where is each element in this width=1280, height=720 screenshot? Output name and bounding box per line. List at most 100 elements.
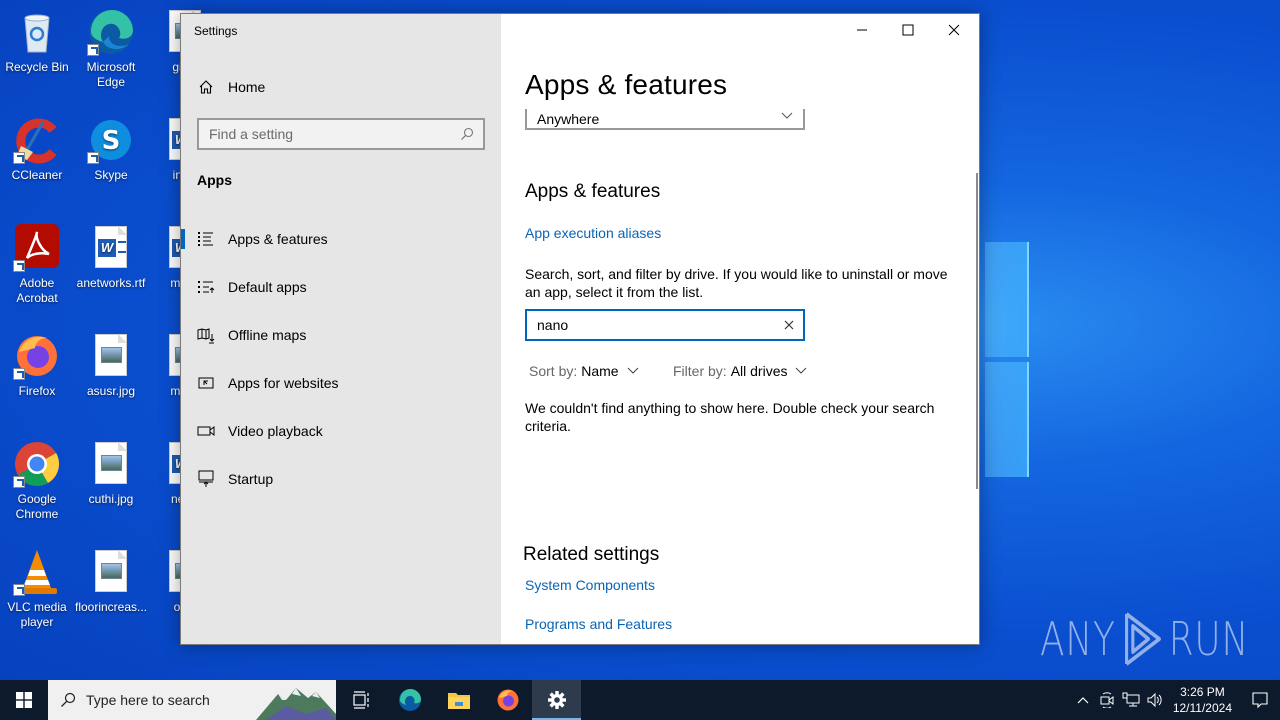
tray-meet-now[interactable] xyxy=(1095,680,1119,720)
desktop-icon-floorincreas[interactable]: floorincreas... xyxy=(74,548,148,615)
settings-window: Settings Home Apps Apps & features Defau… xyxy=(180,13,980,645)
app-list-search[interactable] xyxy=(525,309,805,341)
close-icon xyxy=(948,24,960,36)
sort-label: Sort by: xyxy=(529,363,578,379)
clock-date: 12/11/2024 xyxy=(1172,701,1232,715)
offline-maps-icon xyxy=(197,328,215,344)
settings-sidebar: Settings Home Apps Apps & features Defau… xyxy=(181,14,501,644)
taskbar-search-box[interactable]: Type here to search xyxy=(48,680,336,720)
wallpaper-windows-logo xyxy=(985,240,1030,480)
speaker-icon xyxy=(1147,692,1162,708)
desktop-icon-microsoft-edge[interactable]: Microsoft Edge xyxy=(74,8,148,90)
desktop-icon-ccleaner[interactable]: CCleaner xyxy=(0,116,74,183)
gear-icon xyxy=(547,691,566,709)
sidebar-item-apps-for-websites[interactable]: Apps for websites xyxy=(181,359,501,407)
sidebar-item-video-playback[interactable]: Video playback xyxy=(181,407,501,455)
apps-websites-icon xyxy=(198,377,214,389)
watermark-text-right: RUN xyxy=(1168,612,1250,666)
desktop-icon-anetworks-rtf[interactable]: W anetworks.rtf xyxy=(74,224,148,291)
minimize-icon xyxy=(857,29,867,31)
minimize-button[interactable] xyxy=(839,14,885,46)
firefox-icon xyxy=(13,332,61,380)
desktop-icon-adobe-acrobat[interactable]: Adobe Acrobat xyxy=(0,224,74,306)
word-doc-icon: W xyxy=(87,224,135,272)
desktop-icon-asusr-jpg[interactable]: asusr.jpg xyxy=(74,332,148,399)
no-results-message: We couldn't find anything to show here. … xyxy=(525,400,935,434)
tray-network[interactable] xyxy=(1119,680,1143,720)
task-view-icon xyxy=(352,691,369,709)
skype-icon: S xyxy=(87,116,135,164)
startup-icon xyxy=(198,470,214,487)
taskbar-firefox[interactable] xyxy=(483,680,532,720)
app-search-input[interactable] xyxy=(527,317,767,333)
app-execution-aliases-link[interactable]: App execution aliases xyxy=(525,225,661,241)
content-scrollbar[interactable] xyxy=(976,173,978,489)
sidebar-item-label: Apps & features xyxy=(228,231,328,247)
nav-home[interactable]: Home xyxy=(181,74,501,100)
desktop-icon-google-chrome[interactable]: Google Chrome xyxy=(0,440,74,522)
shortcut-arrow-icon xyxy=(13,368,25,380)
clock-time: 3:26 PM xyxy=(1180,685,1225,699)
desktop-icon-firefox[interactable]: Firefox xyxy=(0,332,74,399)
taskbar-edge[interactable] xyxy=(385,680,434,720)
image-file-icon xyxy=(87,440,135,488)
filter-by-dropdown[interactable]: Filter by: All drives xyxy=(673,363,807,379)
shortcut-arrow-icon xyxy=(13,584,25,596)
search-icon[interactable] xyxy=(460,127,474,141)
sidebar-item-startup[interactable]: Startup xyxy=(181,455,501,503)
ccleaner-icon xyxy=(13,116,61,164)
start-button[interactable] xyxy=(0,680,48,720)
filter-label: Filter by: xyxy=(673,363,727,379)
tray-volume[interactable] xyxy=(1143,680,1167,720)
windows-logo-icon xyxy=(16,692,32,708)
home-icon xyxy=(199,80,213,94)
vlc-icon xyxy=(13,548,61,596)
settings-content: Apps & features Anywhere Apps & features… xyxy=(501,14,979,644)
sidebar-item-label: Video playback xyxy=(228,423,323,439)
clear-search-icon[interactable] xyxy=(783,319,795,331)
selection-indicator xyxy=(181,229,185,249)
desktop-icon-recycle-bin[interactable]: Recycle Bin xyxy=(0,8,74,75)
edge-icon xyxy=(398,688,421,711)
sidebar-item-label: Default apps xyxy=(228,279,307,295)
action-center-button[interactable] xyxy=(1240,680,1280,720)
taskbar-clock[interactable]: 3:26 PM 12/11/2024 xyxy=(1173,684,1232,716)
system-tray: 3:26 PM 12/11/2024 xyxy=(1071,680,1280,720)
image-file-icon xyxy=(87,548,135,596)
related-settings-heading: Related settings xyxy=(523,544,660,565)
desktop-icon-skype[interactable]: S Skype xyxy=(74,116,148,183)
taskbar-settings[interactable] xyxy=(532,680,581,720)
close-button[interactable] xyxy=(931,14,977,46)
shortcut-arrow-icon xyxy=(87,44,99,56)
desktop-icon-vlc[interactable]: VLC media player xyxy=(0,548,74,630)
sidebar-item-default-apps[interactable]: Default apps xyxy=(181,263,501,311)
programs-and-features-link[interactable]: Programs and Features xyxy=(525,616,672,632)
task-view-button[interactable] xyxy=(336,680,385,720)
notification-icon xyxy=(1252,692,1268,709)
chevron-down-icon xyxy=(796,367,807,374)
svg-text:S: S xyxy=(102,126,121,156)
dropdown-value: Anywhere xyxy=(537,110,600,127)
sidebar-item-label: Startup xyxy=(228,471,274,487)
sidebar-item-label: Offline maps xyxy=(228,327,307,343)
sidebar-item-apps-features[interactable]: Apps & features xyxy=(181,215,501,263)
maximize-button[interactable] xyxy=(885,14,931,46)
install-source-dropdown[interactable]: Anywhere xyxy=(525,109,805,130)
chevron-down-icon xyxy=(627,367,638,374)
taskbar-file-explorer[interactable] xyxy=(434,680,483,720)
nav-home-label: Home xyxy=(228,79,266,95)
sidebar-item-offline-maps[interactable]: Offline maps xyxy=(181,311,501,359)
taskbar-search-placeholder: Type here to search xyxy=(86,692,210,708)
shortcut-arrow-icon xyxy=(13,152,25,164)
desktop-icon-cuthi-jpg[interactable]: cuthi.jpg xyxy=(74,440,148,507)
show-hidden-icons-button[interactable] xyxy=(1071,680,1095,720)
firefox-icon xyxy=(497,689,518,711)
filter-value: All drives xyxy=(730,363,788,379)
image-file-icon xyxy=(87,332,135,380)
acrobat-icon xyxy=(13,224,61,272)
find-setting-search[interactable] xyxy=(197,118,485,150)
sort-by-dropdown[interactable]: Sort by: Name xyxy=(529,363,639,379)
chevron-down-icon xyxy=(781,112,793,119)
system-components-link[interactable]: System Components xyxy=(525,577,655,593)
find-setting-input[interactable] xyxy=(199,126,449,142)
